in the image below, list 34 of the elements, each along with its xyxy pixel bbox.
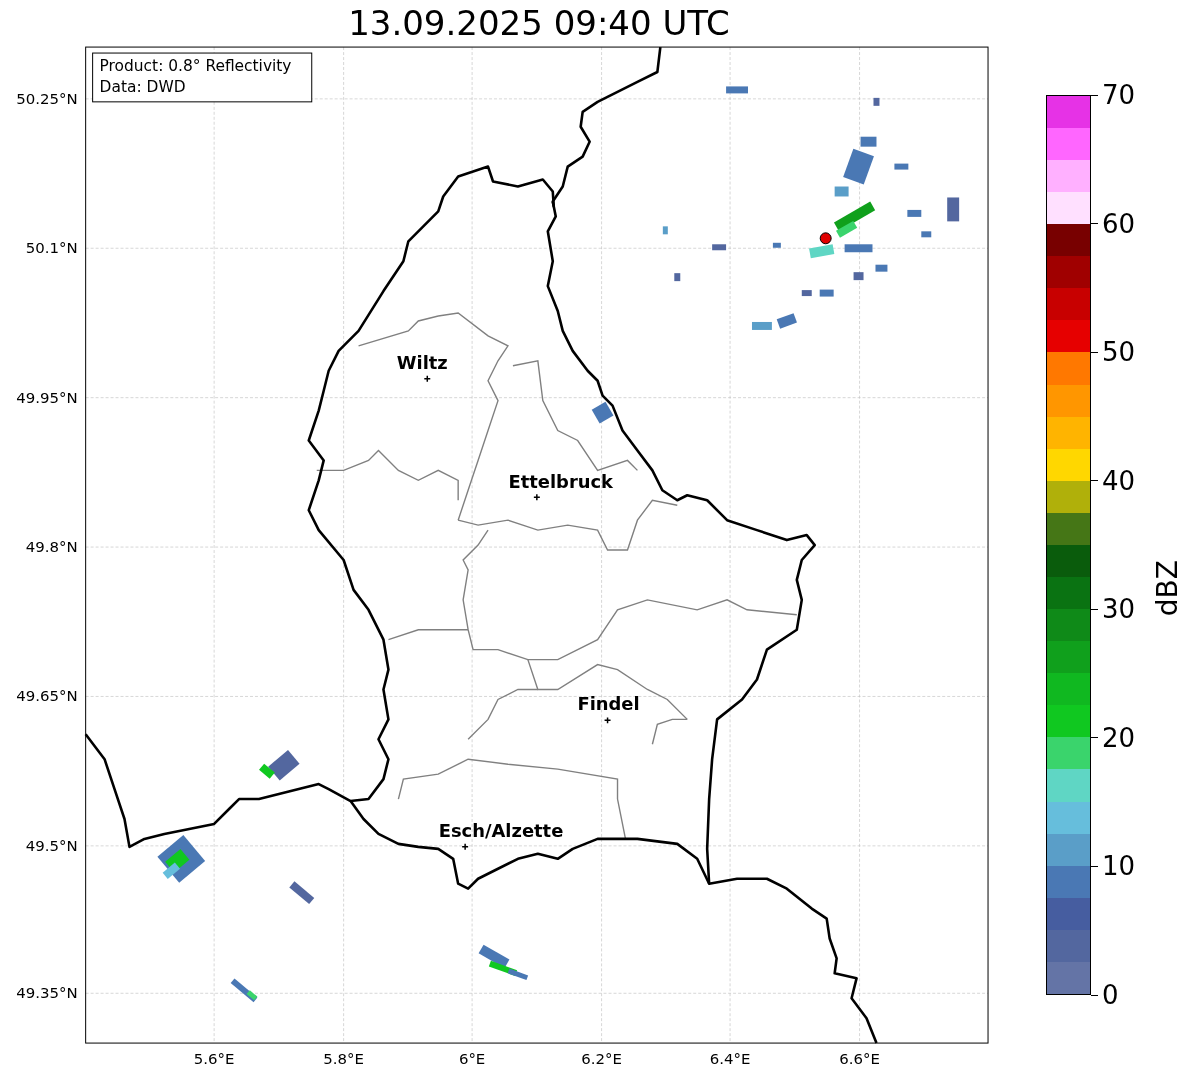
radar-site-marker xyxy=(819,232,832,245)
y-tick-label: 50.25°N xyxy=(16,89,78,108)
city-marker-icon xyxy=(533,493,541,501)
x-tick-label: 6.6°E xyxy=(839,1050,880,1068)
city-label: Ettelbruck xyxy=(508,471,614,493)
city-label: Findel xyxy=(577,693,640,715)
colorbar-tick-label: 60 xyxy=(1102,210,1136,237)
city-marker-icon xyxy=(423,375,431,383)
x-tick-label: 6.4°E xyxy=(709,1050,751,1068)
y-tick-label: 49.35°N xyxy=(16,984,78,1003)
y-tick-label: 49.95°N xyxy=(16,388,78,407)
x-tick-label: 6.2°E xyxy=(581,1050,622,1068)
colorbar-tick-label: 70 xyxy=(1102,82,1136,108)
colorbar-label: dBZ xyxy=(1151,559,1184,617)
y-tick-label: 49.5°N xyxy=(25,836,78,855)
y-tick-label: 49.65°N xyxy=(16,687,78,706)
colorbar-tick-label: 20 xyxy=(1102,724,1136,751)
city-label: Esch/Alzette xyxy=(438,819,564,841)
legend-text: Data: DWD xyxy=(99,77,186,96)
city-marker-icon xyxy=(461,843,469,851)
x-tick-label: 5.8°E xyxy=(323,1050,364,1068)
colorbar-tick-label: 30 xyxy=(1102,596,1136,623)
city-marker-icon xyxy=(603,716,612,725)
map-title: 13.09.2025 09:40 UTC xyxy=(347,1,731,45)
y-tick-label: 49.8°N xyxy=(25,538,78,557)
city-label: Wiltz xyxy=(396,351,448,373)
x-tick-label: 6°E xyxy=(458,1050,486,1068)
colorbar-tick-label: 40 xyxy=(1102,467,1136,494)
colorbar-tick-label: 50 xyxy=(1102,339,1136,366)
colorbar-tick-label: 0 xyxy=(1102,982,1119,1008)
y-tick-label: 50.1°N xyxy=(25,239,78,258)
colorbar-tick-label: 10 xyxy=(1102,853,1136,880)
x-tick-label: 5.6°E xyxy=(193,1050,235,1068)
legend-text: Product: 0.8° Reflectivity xyxy=(99,57,292,75)
